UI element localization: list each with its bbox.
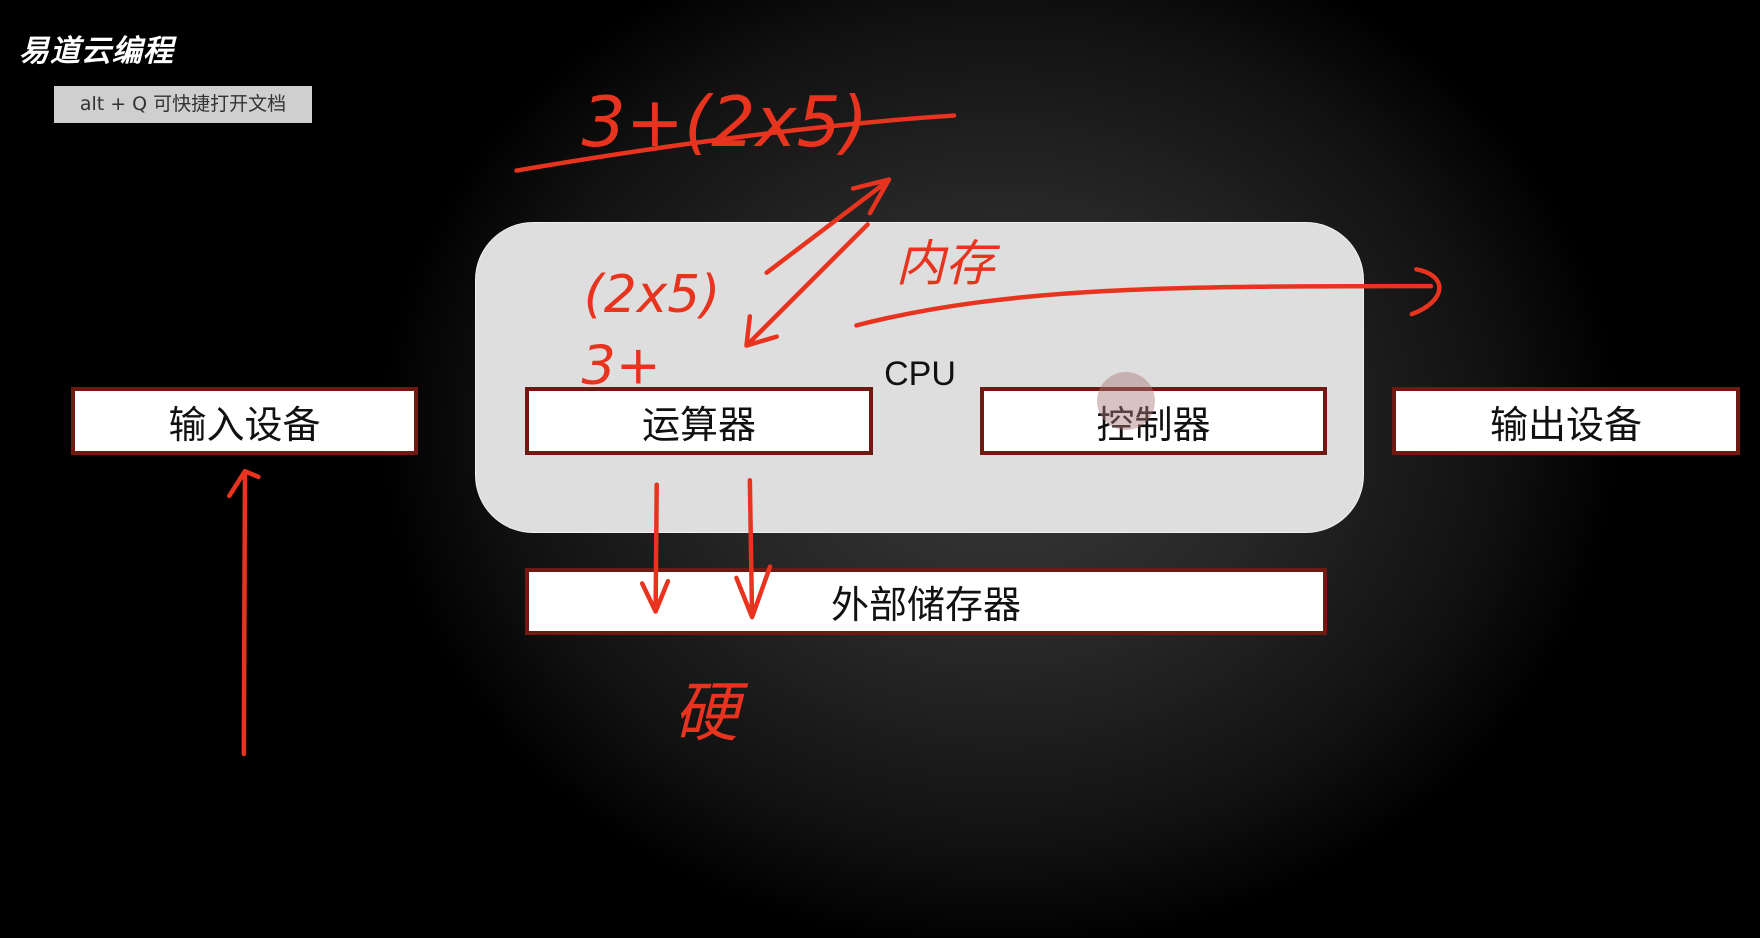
sub-expression-annotation: (2x5) bbox=[584, 265, 720, 325]
arrow-up-input bbox=[226, 469, 261, 757]
arrow-down-2 bbox=[734, 477, 773, 620]
arrow-down-1 bbox=[639, 482, 671, 614]
expression-annotation: 3+(2x5) bbox=[582, 82, 868, 163]
hard-annotation: 硬 bbox=[674, 676, 749, 751]
annotation-layer: 3+(2x5) (2x5) 3+ 内存 硬 bbox=[226, 82, 1442, 757]
memory-annotation: 内存 bbox=[896, 235, 1001, 293]
arrow-up-right bbox=[764, 177, 892, 275]
partial-expression-annotation: 3+ bbox=[582, 334, 661, 397]
